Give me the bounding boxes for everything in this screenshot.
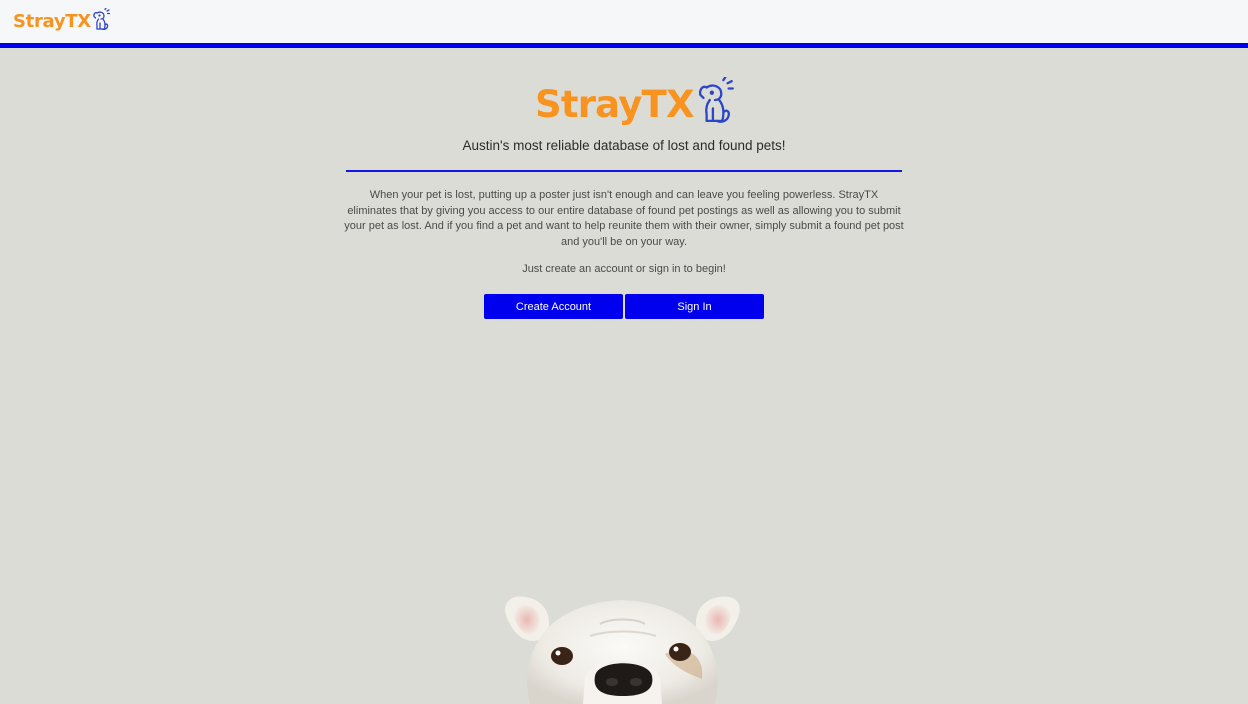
cta-text: Just create an account or sign in to beg… bbox=[522, 263, 726, 275]
dog-icon bbox=[698, 77, 734, 123]
tagline: Austin's most reliable database of lost … bbox=[462, 138, 786, 153]
bulldog-image bbox=[490, 584, 755, 704]
hero-logo-text: StrayTX bbox=[535, 82, 695, 126]
navbar-brand-link[interactable]: StrayTX bbox=[13, 8, 110, 34]
hero-logo: StrayTX bbox=[535, 77, 734, 130]
create-account-button[interactable]: Create Account bbox=[484, 294, 623, 319]
divider bbox=[346, 170, 902, 172]
sign-in-button[interactable]: Sign In bbox=[625, 294, 764, 319]
description: When your pet is lost, putting up a post… bbox=[344, 189, 904, 248]
navbar: StrayTX bbox=[0, 0, 1248, 48]
main-content: StrayTX Austin's most reliable database … bbox=[0, 48, 1248, 704]
navbar-brand-text: StrayTX bbox=[13, 10, 91, 32]
dog-icon bbox=[93, 8, 110, 30]
